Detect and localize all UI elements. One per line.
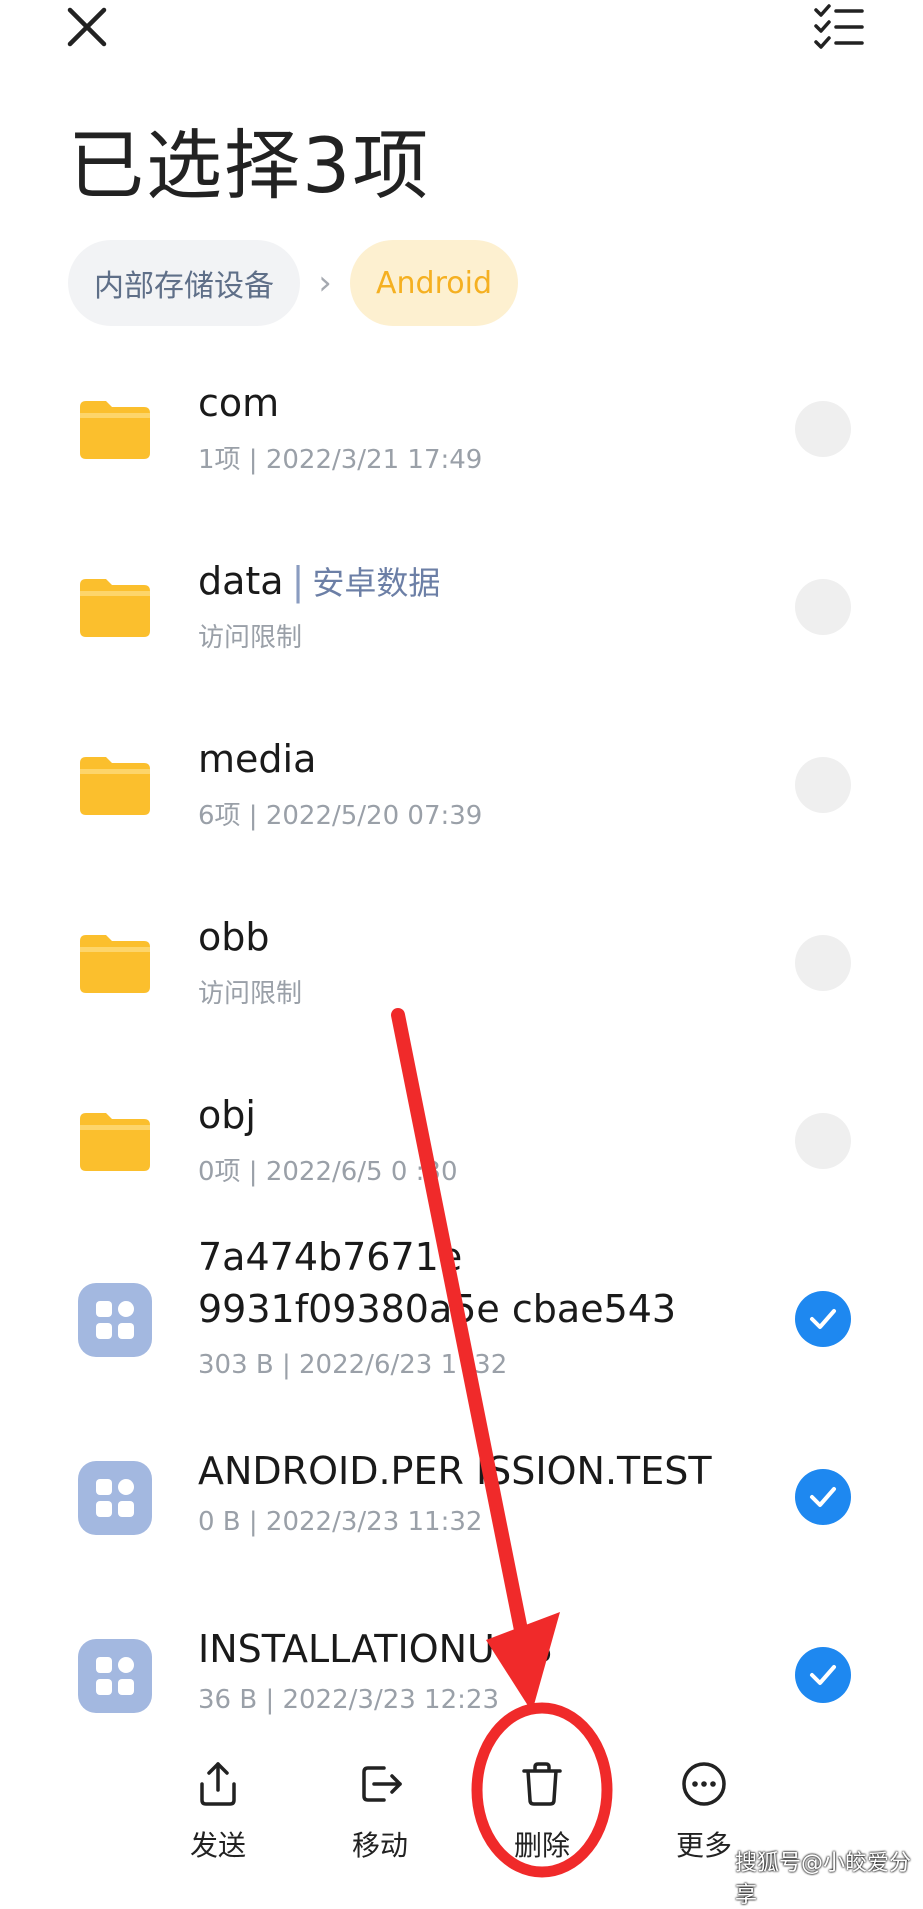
list-item[interactable]: obj 0项 | 2022/6/5 0 :30 bbox=[0, 1057, 923, 1235]
file-name: INSTALLATIONU LS bbox=[198, 1627, 553, 1671]
breadcrumb-current[interactable]: Android bbox=[350, 240, 518, 326]
app-file-icon bbox=[78, 1639, 152, 1713]
check-icon bbox=[810, 1665, 836, 1685]
file-name: obj bbox=[198, 1093, 256, 1137]
breadcrumb: 内部存储设备 › Android bbox=[68, 240, 518, 326]
file-meta: 访问限制 bbox=[198, 623, 303, 653]
trash-icon bbox=[522, 1762, 562, 1806]
select-checkbox[interactable] bbox=[795, 935, 851, 991]
move-label: 移动 bbox=[351, 1829, 408, 1862]
file-list: com 1项 | 2022/3/21 17:49 data | 安卓数据 访问限制 … bbox=[0, 345, 923, 1769]
chevron-right-icon: › bbox=[318, 263, 332, 303]
file-name: media bbox=[198, 737, 317, 781]
file-tag: 安卓数据 bbox=[312, 564, 441, 602]
watermark: 搜狐号@小皎爱分享 bbox=[735, 1851, 912, 1908]
select-checkbox[interactable] bbox=[795, 579, 851, 635]
delete-label: 删除 bbox=[513, 1829, 570, 1862]
top-bar bbox=[0, 0, 923, 70]
file-name-text: data bbox=[198, 559, 284, 603]
close-icon bbox=[67, 7, 107, 47]
select-checkbox[interactable] bbox=[795, 757, 851, 813]
folder-icon bbox=[80, 579, 150, 637]
share-icon bbox=[200, 1762, 236, 1806]
file-meta: 0项 | 2022/6/5 0 :30 bbox=[198, 1157, 458, 1187]
folder-icon bbox=[80, 401, 150, 459]
file-meta: 6项 | 2022/5/20 07:39 bbox=[198, 801, 483, 831]
select-checkbox[interactable] bbox=[795, 401, 851, 457]
app-file-icon bbox=[78, 1283, 152, 1357]
file-meta: 303 B | 2022/6/23 1 :32 bbox=[198, 1350, 508, 1380]
file-name: data | 安卓数据 bbox=[198, 555, 758, 609]
file-meta: 0 B | 2022/3/23 11:32 bbox=[198, 1507, 483, 1537]
more-icon bbox=[682, 1762, 726, 1806]
select-checkbox[interactable] bbox=[795, 1469, 851, 1525]
checklist-icon bbox=[814, 4, 864, 49]
folder-icon bbox=[80, 1113, 150, 1171]
tag-separator: | bbox=[291, 559, 305, 603]
file-name: ANDROID.PER ISSION.TEST bbox=[198, 1449, 712, 1493]
file-name: com bbox=[198, 381, 280, 425]
list-item[interactable]: data | 安卓数据 访问限制 bbox=[0, 523, 923, 701]
check-icon bbox=[810, 1309, 836, 1329]
folder-icon bbox=[80, 935, 150, 993]
file-name: obb bbox=[198, 915, 270, 959]
page-title: 已选择3项 bbox=[68, 121, 431, 210]
file-meta: 访问限制 bbox=[198, 979, 303, 1009]
select-checkbox[interactable] bbox=[795, 1291, 851, 1347]
folder-icon bbox=[80, 757, 150, 815]
send-button[interactable]: 发送 bbox=[158, 1738, 278, 1864]
select-checkbox[interactable] bbox=[795, 1647, 851, 1703]
check-icon bbox=[810, 1487, 836, 1507]
list-item[interactable]: obb 访问限制 bbox=[0, 879, 923, 1057]
move-button[interactable]: 移动 bbox=[320, 1738, 440, 1864]
select-all-button[interactable] bbox=[810, 0, 870, 56]
file-meta: 36 B | 2022/3/23 12:23 bbox=[198, 1685, 499, 1715]
select-checkbox[interactable] bbox=[795, 1113, 851, 1169]
move-icon bbox=[362, 1766, 402, 1802]
send-label: 发送 bbox=[189, 1829, 246, 1862]
delete-button[interactable]: 删除 bbox=[482, 1738, 602, 1864]
list-item[interactable]: 7a474b7671e 9931f09380a5e cbae543 303 B … bbox=[0, 1235, 923, 1413]
list-item[interactable]: com 1项 | 2022/3/21 17:49 bbox=[0, 345, 923, 523]
list-item[interactable]: ANDROID.PER ISSION.TEST 0 B | 2022/3/23 … bbox=[0, 1413, 923, 1591]
list-item[interactable]: media 6项 | 2022/5/20 07:39 bbox=[0, 701, 923, 879]
file-name: 7a474b7671e 9931f09380a5e cbae543 bbox=[198, 1235, 677, 1331]
file-meta: 1项 | 2022/3/21 17:49 bbox=[198, 445, 483, 475]
close-button[interactable] bbox=[60, 0, 116, 56]
app-file-icon bbox=[78, 1461, 152, 1535]
breadcrumb-root[interactable]: 内部存储设备 bbox=[68, 240, 300, 326]
